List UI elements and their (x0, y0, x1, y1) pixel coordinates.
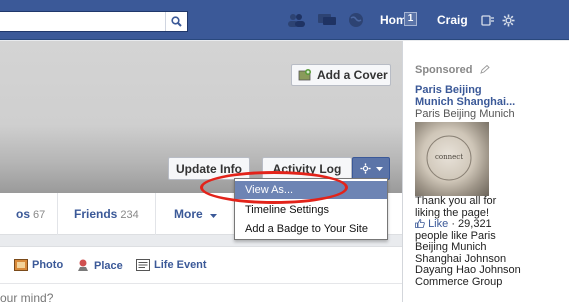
ad-body: Thank you all for liking the page! Like … (415, 195, 565, 288)
add-cover-button[interactable]: Add a Cover (291, 64, 391, 86)
ad-subtitle: Paris Beijing Munich (415, 108, 515, 120)
ad-title-line1: Paris Beijing (415, 84, 482, 96)
menu-item-add-badge[interactable]: Add a Badge to Your Site (235, 220, 387, 238)
ad-people-line4: Dayang Hao Johnson (415, 264, 521, 276)
composer-photo[interactable]: Photo (14, 259, 63, 271)
privacy-shortcuts-icon (481, 15, 494, 26)
photo-icon (14, 259, 28, 271)
search-box[interactable] (0, 11, 188, 32)
add-cover-label: Add a Cover (317, 68, 388, 82)
tab-friends-label: Friends (74, 207, 118, 221)
ad-title-line2: Munich Shanghai... (415, 96, 516, 108)
composer-life-event[interactable]: Life Event (136, 259, 207, 271)
sponsored-heading: Sponsored (415, 64, 490, 76)
messages-jewel[interactable] (316, 10, 338, 30)
status-composer: Photo Place Life Event our mind? (0, 246, 402, 302)
place-icon (78, 259, 88, 271)
composer-place[interactable]: Place (76, 259, 123, 272)
friend-requests-jewel[interactable] (285, 10, 307, 30)
menu-item-timeline-settings[interactable]: Timeline Settings (235, 201, 387, 219)
notifications-jewel[interactable] (345, 10, 367, 30)
ad-people-line2: Beijing Munich (415, 241, 487, 253)
ad-like-count: · 29,321 (451, 218, 492, 230)
tab-more-label: More (174, 207, 203, 221)
composer-place-label: Place (94, 259, 123, 272)
tab-friends[interactable]: Friends 234 (58, 193, 156, 235)
tab-photos-count: 67 (33, 209, 46, 221)
tab-friends-count: 234 (120, 209, 139, 221)
ad-image-text: connect (435, 153, 463, 161)
ad-like-link[interactable]: Like (415, 218, 448, 230)
ad-people-line5: Commerce Group (415, 275, 503, 288)
caret-down-icon (375, 166, 383, 171)
right-sidebar: Sponsored Paris Beijing Munich Shanghai.… (402, 41, 569, 302)
add-photo-icon (298, 69, 311, 81)
highlight-oval-annotation (200, 171, 348, 204)
timeline-settings-dropdown-button[interactable] (352, 157, 390, 180)
ad-like-label: Like (428, 218, 449, 230)
ad-body-line1: Thank you all for (415, 195, 497, 207)
search-button[interactable] (165, 12, 187, 31)
top-navigation-bar: Home 1 Craig (0, 0, 569, 40)
search-icon (171, 16, 182, 27)
gear-icon (502, 14, 514, 26)
privacy-shortcuts[interactable] (480, 10, 496, 30)
account-settings[interactable] (500, 10, 516, 30)
ad-title-link[interactable]: Paris Beijing Munich Shanghai... (415, 84, 515, 108)
gear-icon (359, 163, 371, 174)
cover-photo-area: Add a Cover Update Info Activity Log (0, 41, 402, 193)
tab-photos-label: os (16, 207, 31, 221)
caret-down-icon (210, 214, 218, 218)
ad-image[interactable]: connect (415, 122, 489, 196)
friend-requests-icon (288, 14, 305, 27)
tab-photos[interactable]: os 67 (0, 193, 58, 235)
edit-pencil-icon[interactable] (479, 64, 490, 74)
profile-name-link[interactable]: Craig (437, 12, 468, 28)
composer-input-placeholder[interactable]: our mind? (0, 291, 53, 302)
thumbs-up-icon (415, 219, 425, 228)
life-event-icon (136, 259, 150, 271)
home-notification-badge: 1 (404, 12, 417, 26)
composer-life-event-label: Life Event (154, 259, 207, 271)
messages-icon (318, 14, 336, 25)
composer-divider (0, 283, 402, 284)
ad-image-art: connect (426, 135, 472, 181)
globe-icon (349, 13, 363, 27)
composer-photo-label: Photo (32, 259, 64, 271)
sponsored-label: Sponsored (415, 64, 473, 76)
